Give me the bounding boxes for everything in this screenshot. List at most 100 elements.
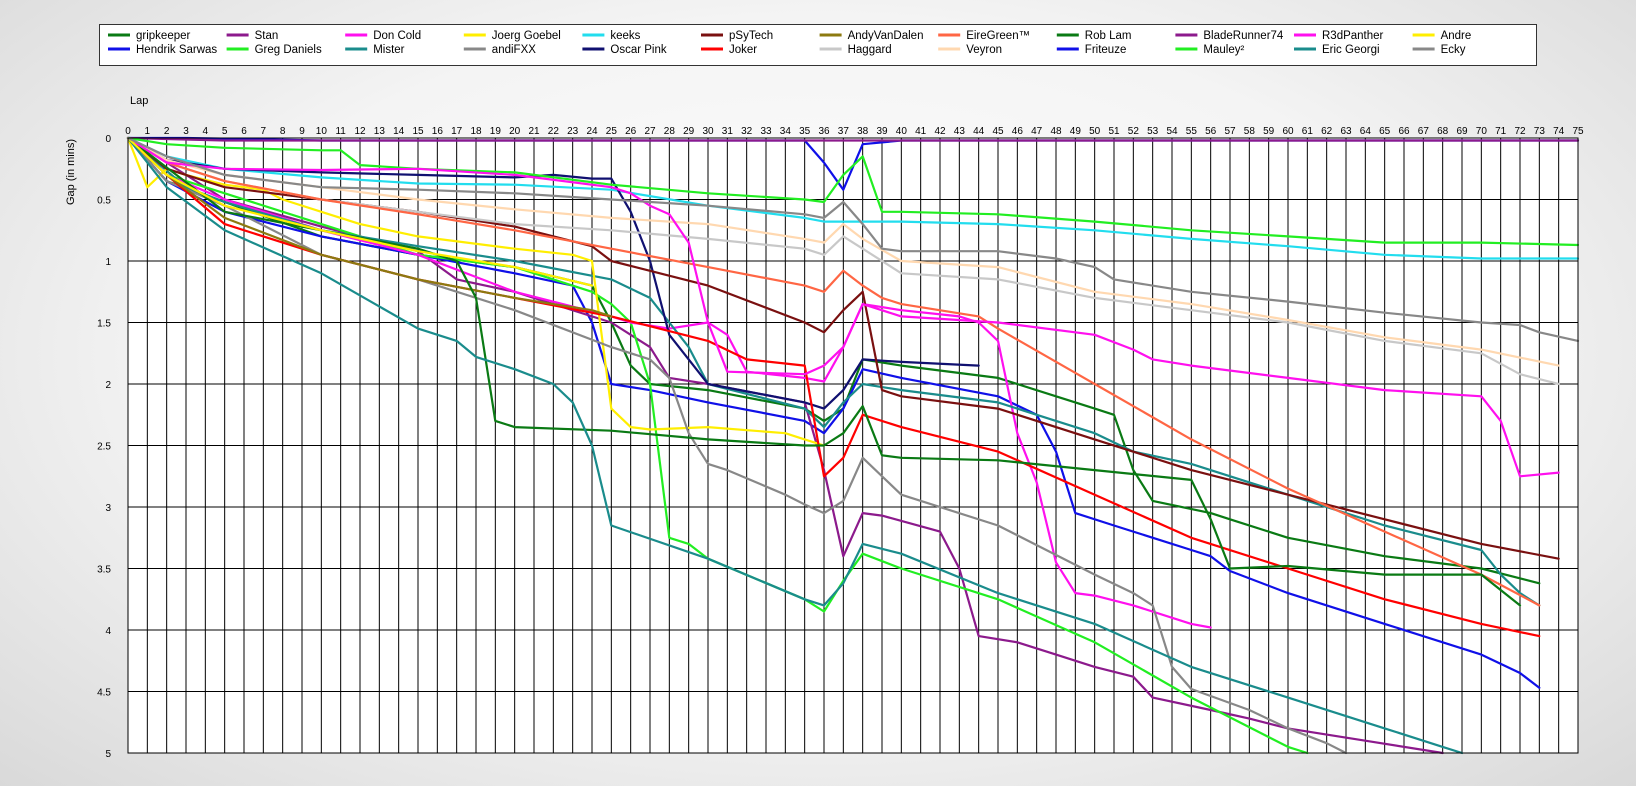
x-tick-label: 31 (722, 126, 734, 137)
legend-label: Greg Daniels (255, 44, 322, 56)
x-tick-label: 45 (992, 126, 1004, 137)
legend-label: Rob Lam (1085, 30, 1132, 42)
x-tick-label: 51 (1108, 126, 1120, 137)
x-tick-label: 52 (1128, 126, 1140, 137)
y-axis-label: Gap (in mins) (65, 139, 77, 205)
x-tick-label: 67 (1418, 126, 1430, 137)
x-tick-label: 10 (316, 126, 328, 137)
y-tick-label: 1 (105, 257, 111, 268)
legend-label: Oscar Pink (610, 44, 666, 56)
x-tick-label: 3 (183, 126, 189, 137)
legend-label: Ecky (1441, 44, 1466, 56)
x-tick-label: 48 (1050, 126, 1062, 137)
y-tick-label: 3.5 (97, 565, 111, 576)
x-tick-label: 63 (1340, 126, 1352, 137)
x-tick-label: 26 (625, 126, 637, 137)
y-tick-label: 0.5 (97, 196, 111, 207)
x-tick-label: 39 (876, 126, 888, 137)
legend-label: Eric Georgi (1322, 44, 1380, 56)
x-tick-label: 34 (780, 126, 792, 137)
x-tick-label: 9 (299, 126, 305, 137)
x-tick-label: 49 (1070, 126, 1082, 137)
x-axis-label: Lap (130, 95, 148, 107)
x-tick-label: 23 (567, 126, 579, 137)
x-tick-label: 14 (393, 126, 405, 137)
x-tick-label: 57 (1224, 126, 1236, 137)
y-tick-label: 4 (105, 626, 111, 637)
legend-label: Don Cold (373, 30, 421, 42)
x-tick-label: 61 (1302, 126, 1314, 137)
x-tick-label: 19 (490, 126, 502, 137)
x-tick-label: 36 (818, 126, 830, 137)
x-tick-label: 2 (164, 126, 170, 137)
x-tick-label: 8 (280, 126, 286, 137)
legend-label: Stan (255, 30, 279, 42)
x-tick-label: 33 (760, 126, 772, 137)
legend-label: Joerg Goebel (492, 30, 561, 42)
x-tick-label: 25 (606, 126, 618, 137)
legend-label: EireGreen™ (966, 30, 1030, 42)
legend-label: Veyron (966, 44, 1002, 56)
legend-label: BladeRunner74 (1203, 30, 1284, 42)
x-tick-label: 18 (470, 126, 482, 137)
x-tick-label: 27 (644, 126, 656, 137)
x-tick-label: 50 (1089, 126, 1101, 137)
x-tick-label: 74 (1553, 126, 1565, 137)
x-tick-label: 35 (799, 126, 811, 137)
y-tick-label: 2.5 (97, 442, 111, 453)
legend-label: Hendrik Sarwas (136, 44, 217, 56)
x-tick-label: 11 (335, 126, 346, 137)
x-tick-label: 66 (1398, 126, 1410, 137)
x-tick-label: 40 (896, 126, 908, 137)
x-tick-label: 24 (586, 126, 598, 137)
x-tick-label: 13 (374, 126, 386, 137)
legend-label: AndyVanDalen (848, 30, 924, 42)
chart-svg: gripkeeper Hendrik Sarwas Stan Greg Daniels… (65, 30, 1584, 760)
legend-label: Joker (729, 44, 757, 56)
y-tick-label: 4.5 (97, 688, 111, 699)
legend-label: Friteuze (1085, 44, 1127, 56)
x-tick-label: 46 (1012, 126, 1024, 137)
x-tick-label: 28 (664, 126, 676, 137)
x-tick-label: 65 (1379, 126, 1391, 137)
chart-root: gripkeeper Hendrik Sarwas Stan Greg Daniels… (0, 0, 1636, 786)
x-tick-label: 73 (1534, 126, 1546, 137)
x-tick-label: 53 (1147, 126, 1159, 137)
y-tick-label: 3 (105, 503, 111, 514)
legend-items: gripkeeper Hendrik Sarwas Stan Greg Daniels… (108, 30, 1471, 56)
x-tick-label: 30 (702, 126, 714, 137)
x-tick-label: 5 (222, 126, 228, 137)
legend-label: andiFXX (492, 44, 536, 56)
x-tick-label: 71 (1495, 126, 1507, 137)
x-tick-label: 20 (509, 126, 521, 137)
x-tick-label: 72 (1514, 126, 1526, 137)
y-tick-label: 5 (105, 749, 111, 760)
x-tick-label: 59 (1263, 126, 1275, 137)
x-tick-label: 47 (1031, 126, 1043, 137)
legend-label: R3dPanther (1322, 30, 1384, 42)
x-tick-label: 7 (261, 126, 267, 137)
x-tick-label: 29 (683, 126, 695, 137)
x-tick-label: 32 (741, 126, 753, 137)
x-tick-label: 17 (451, 126, 463, 137)
x-tick-label: 69 (1456, 126, 1468, 137)
x-tick-label: 12 (354, 126, 366, 137)
x-tick-label: 64 (1360, 126, 1372, 137)
x-tick-label: 70 (1476, 126, 1488, 137)
x-tick-label: 43 (954, 126, 966, 137)
x-tick-label: 1 (145, 126, 151, 137)
legend-label: gripkeeper (136, 30, 191, 42)
y-tick-label: 0 (105, 134, 111, 145)
x-tick-label: 21 (528, 126, 540, 137)
y-tick-label: 1.5 (97, 319, 111, 330)
legend-label: Andre (1441, 30, 1472, 42)
x-tick-label: 37 (838, 126, 850, 137)
x-tick-label: 16 (432, 126, 444, 137)
x-tick-label: 44 (973, 126, 985, 137)
x-tick-label: 68 (1437, 126, 1449, 137)
x-tick-label: 54 (1166, 126, 1178, 137)
x-tick-label: 15 (412, 126, 424, 137)
x-tick-label: 41 (915, 126, 927, 137)
legend-label: keeks (610, 30, 640, 42)
legend-label: Mister (373, 44, 404, 56)
